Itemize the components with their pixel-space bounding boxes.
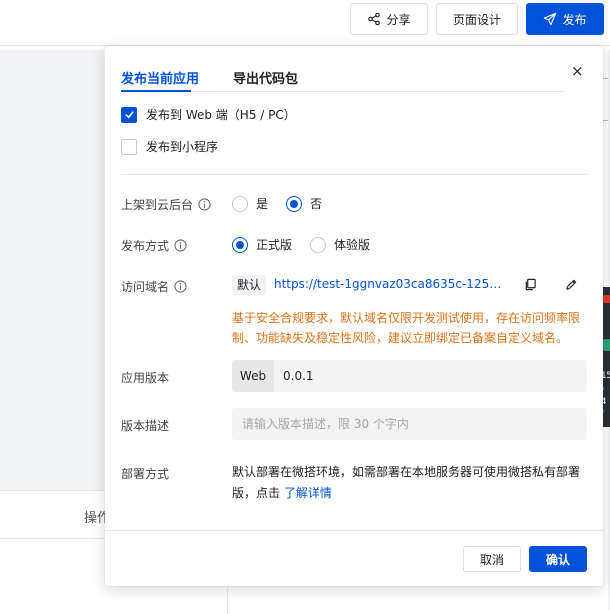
app-version-label: 应用版本: [121, 369, 169, 386]
edit-icon[interactable]: [565, 278, 578, 291]
checkbox-miniprogram[interactable]: 发布到小程序: [121, 138, 218, 155]
version-field: Web 0.0.1: [232, 360, 587, 392]
radio-checked-icon[interactable]: [232, 236, 248, 253]
version-value: 0.0.1: [283, 369, 314, 383]
send-icon: [544, 12, 557, 26]
cancel-button[interactable]: 取消: [463, 546, 521, 572]
field-label: 应用版本: [121, 371, 170, 385]
publish-dialog: 发布当前应用 导出代码包 × 发布到 Web 端（H5 / PC） 发布到小程序…: [105, 46, 603, 586]
share-label: 分享: [386, 12, 411, 27]
info-icon[interactable]: [198, 198, 211, 211]
field-label: 部署方式: [121, 467, 170, 481]
checkbox-checked-icon[interactable]: [121, 106, 137, 123]
checkbox-label: 发布到小程序: [146, 140, 219, 154]
radio-yes[interactable]: 是: [232, 195, 268, 212]
radio-trial[interactable]: 体验版: [310, 236, 370, 253]
active-tab-indicator: [121, 90, 191, 92]
deploy-description: 默认部署在微搭环境，如需部署在本地服务器可使用微搭私有部署版，点击 了解详情: [232, 462, 588, 504]
learn-more-link[interactable]: 了解详情: [284, 486, 332, 500]
radio-unchecked-icon[interactable]: [232, 195, 248, 212]
deploy-mode-label: 部署方式: [121, 465, 169, 482]
radio-label: 否: [310, 197, 323, 211]
top-toolbar: 分享 页面设计 发布: [0, 0, 610, 46]
footer-divider: [105, 530, 603, 531]
version-description-label: 版本描述: [121, 417, 169, 434]
dialog-tabs: 发布当前应用 导出代码包: [121, 58, 563, 92]
domain-label: 访问域名: [121, 278, 187, 295]
share-icon: [368, 12, 381, 26]
default-tag: 默认: [232, 275, 267, 295]
info-icon[interactable]: [174, 280, 187, 293]
copy-icon[interactable]: [524, 278, 537, 291]
domain-url-link[interactable]: https://test-1ggnvaz03ca8635c-1255909...: [274, 277, 502, 291]
checkbox-web[interactable]: 发布到 Web 端（H5 / PC）: [121, 106, 296, 123]
radio-label: 体验版: [334, 238, 371, 252]
tab-publish-current-app[interactable]: 发布当前应用: [121, 68, 199, 87]
canvas-area: [0, 50, 104, 490]
alert-icon: [603, 295, 610, 303]
domain-warning-text: 基于安全合规要求，默认域名仅限开发测试使用，存在访问频率限制、功能缺失及稳定性风…: [232, 311, 581, 345]
publish-label: 发布: [562, 12, 587, 27]
radio-checked-icon[interactable]: [286, 195, 302, 212]
publish-mode-label: 发布方式: [121, 237, 187, 254]
close-icon[interactable]: ×: [571, 64, 584, 79]
radio-label: 正式版: [256, 238, 293, 252]
field-label: 版本描述: [121, 419, 170, 433]
version-prefix: Web: [232, 360, 274, 392]
tab-export-code[interactable]: 导出代码包: [233, 68, 298, 87]
section-divider: [121, 174, 587, 175]
divider: [0, 538, 104, 539]
checkbox-label: 发布到 Web 端（H5 / PC）: [146, 108, 296, 122]
publish-button[interactable]: 发布: [526, 3, 604, 35]
radio-official[interactable]: 正式版: [232, 236, 292, 253]
divider: [0, 490, 104, 491]
radio-no[interactable]: 否: [286, 195, 322, 212]
cloud-console-label: 上架到云后台: [121, 196, 211, 213]
status-icon: [603, 339, 610, 351]
radio-unchecked-icon[interactable]: [310, 236, 326, 253]
field-label: 访问域名: [121, 280, 170, 294]
version-description-input[interactable]: [232, 408, 587, 440]
divider: [227, 588, 228, 614]
checkbox-unchecked-icon[interactable]: [121, 138, 137, 155]
info-icon[interactable]: [174, 239, 187, 252]
page-design-button[interactable]: 页面设计: [436, 3, 518, 35]
field-label: 上架到云后台: [121, 198, 194, 212]
field-label: 发布方式: [121, 239, 170, 253]
page-design-label: 页面设计: [452, 12, 501, 27]
radio-label: 是: [256, 197, 269, 211]
share-button[interactable]: 分享: [350, 3, 428, 35]
confirm-button[interactable]: 确认: [529, 546, 587, 572]
